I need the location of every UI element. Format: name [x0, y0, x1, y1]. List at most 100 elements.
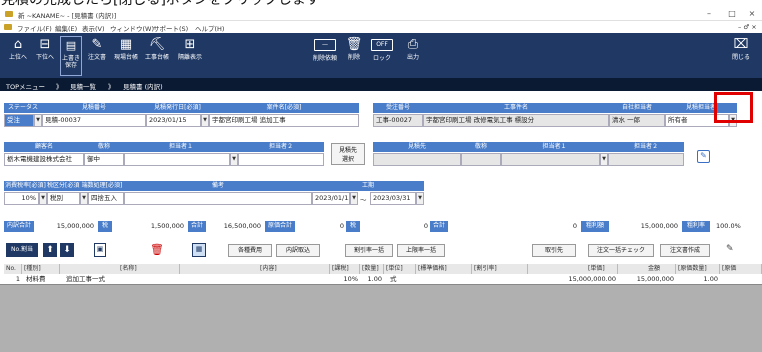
issue-date-field[interactable]: 2023/01/15	[146, 114, 201, 127]
expenses-button[interactable]: 各種費用	[228, 244, 272, 257]
inner-capture-button[interactable]: 内訳取込	[276, 244, 320, 257]
header-client: 顧客名	[4, 142, 84, 152]
dest-honorific-field	[461, 153, 501, 166]
breadcrumb-list[interactable]: 見積一覧	[70, 81, 96, 91]
grid-divider	[0, 284, 762, 285]
person1-field[interactable]	[124, 153, 230, 166]
header-staff: 自社担当者	[609, 103, 665, 113]
chevron-down-icon[interactable]: ▼	[600, 153, 608, 166]
period-to-field[interactable]: 2023/03/31	[370, 192, 416, 205]
edit-dest-icon[interactable]: ✎	[697, 150, 710, 163]
order-check-all-button[interactable]: 注文一括チェック	[588, 244, 654, 257]
tax-label: 税	[98, 221, 112, 232]
upper-limit-all-button[interactable]: 上限率一括	[397, 244, 445, 257]
cell-name: 追加工事一式	[66, 275, 105, 283]
breadcrumb-current: 見積書 (内訳)	[123, 83, 163, 91]
notes-field[interactable]	[124, 192, 312, 205]
tax-rate-field[interactable]: 10%	[4, 192, 39, 205]
work-ledger-button[interactable]: ⛏ 工事台帳	[143, 36, 171, 76]
discount-all-button[interactable]: 割引率一括	[345, 244, 393, 257]
chevron-down-icon[interactable]: ▼	[201, 114, 209, 127]
header-tax-division: 税区分[必須]	[47, 181, 80, 191]
renumber-button[interactable]: No.割当	[6, 243, 38, 257]
cell-amount: 15,000,000	[636, 275, 674, 283]
menu-help[interactable]: ヘルプ(H)	[195, 23, 224, 33]
chevron-down-icon[interactable]: ▼	[34, 114, 42, 127]
cell-taxable: 10%	[343, 275, 358, 283]
site-ledger-button[interactable]: ▦ 現場台帳	[112, 36, 140, 76]
move-down-icon[interactable]: ⬇	[60, 243, 74, 257]
menu-edit[interactable]: 編集(E)	[55, 23, 77, 33]
menu-window[interactable]: ウィンドウ(W)	[110, 23, 154, 33]
select-estimate-dest-button[interactable]: 見積先 選択	[331, 143, 365, 165]
breadcrumb-sep: 》	[56, 83, 63, 91]
move-up-icon[interactable]: ⬆	[43, 243, 57, 257]
chevron-down-icon[interactable]: ▼	[350, 192, 358, 205]
pencil-icon[interactable]: ✎	[726, 244, 734, 254]
close-window-button[interactable]: ×	[745, 9, 759, 18]
tree-icon: ⊞	[184, 37, 196, 52]
header-honorific: 敬称	[84, 142, 124, 152]
output-button[interactable]: ⎙ 出力	[402, 36, 424, 76]
header-notes: 備考	[124, 181, 312, 191]
honorific-field[interactable]: 御中	[84, 153, 124, 166]
lock-toggle[interactable]: OFF ロック	[368, 36, 396, 76]
supplier-button[interactable]: 取引先	[532, 244, 576, 257]
app-menu-icon	[4, 24, 12, 30]
delete-row-icon[interactable]: 🗑	[150, 243, 164, 257]
person2-field[interactable]	[238, 153, 324, 166]
maximize-button[interactable]: □	[725, 9, 739, 18]
hidden-view-button[interactable]: ⊞ 隔離表示	[174, 36, 206, 76]
down-level-icon: ⊟	[39, 37, 51, 52]
calculator-icon[interactable]: ▦	[192, 243, 206, 257]
chevron-down-icon[interactable]: ▼	[39, 192, 47, 205]
up-button[interactable]: ⌂ 上位へ	[6, 36, 30, 76]
chevron-down-icon[interactable]: ▼	[80, 192, 88, 205]
status-select[interactable]: 受注	[4, 114, 34, 127]
down-button[interactable]: ⊟ 下位へ	[33, 36, 57, 76]
grid-empty-area	[0, 285, 762, 352]
gross-profit-value: 15,000,000	[640, 222, 678, 230]
delete-request-icon: —	[314, 39, 336, 51]
dest-person1-field	[501, 153, 600, 166]
case-name-field[interactable]: 宇都宮印刷工場 追加工事	[209, 114, 359, 127]
estimate-no-field[interactable]: 見積-00037	[42, 114, 146, 127]
column-header: [数量]	[360, 264, 384, 274]
gross-profit-label: 粗利額	[581, 221, 609, 232]
order-button[interactable]: ✎ 注文書	[85, 36, 109, 76]
rounding-field[interactable]: 四捨五入	[88, 192, 124, 205]
minimize-button[interactable]: –	[702, 9, 716, 18]
header-rounding: 端数処理[必須]	[80, 181, 124, 191]
breadcrumb: TOPメニュー 》 見積一覧 》 見積書 (内訳)	[0, 78, 762, 91]
save-button[interactable]: ▤ 上書き 保存	[60, 36, 82, 76]
delete-request-button[interactable]: — 削除依頼	[310, 36, 340, 76]
close-door-icon: ⌧	[733, 37, 749, 52]
site-icon: ▦	[119, 37, 133, 52]
mdi-controls[interactable]: – ♂ ×	[738, 23, 757, 31]
menu-view[interactable]: 表示(V)	[82, 23, 105, 33]
profit-rate-label: 粗利率	[682, 221, 710, 232]
header-tax-rate: 消費税率[必須]	[4, 181, 47, 191]
create-order-button[interactable]: 注文書作成	[660, 244, 710, 257]
header-dest: 見積先	[373, 142, 461, 152]
chevron-down-icon[interactable]: ▼	[230, 153, 238, 166]
save-icon: ▤	[65, 39, 77, 52]
delete-button[interactable]: 🗑 削除	[343, 36, 365, 76]
menu-support[interactable]: サポート(S)	[153, 23, 188, 33]
cost-total-value: 0	[339, 222, 344, 230]
column-header: [原価数量]	[676, 264, 720, 274]
total-label: 合計	[188, 221, 206, 232]
copy-row-icon[interactable]: ▣	[94, 243, 106, 257]
tax2-label: 税	[346, 221, 360, 232]
chevron-down-icon[interactable]: ▼	[416, 192, 424, 205]
cell-cost-quantity: 1.00	[703, 275, 718, 283]
close-button[interactable]: ⌧ 閉じる	[728, 36, 754, 76]
instruction-caption: 見積の完成したら[閉じる]ボタンをクリックします	[0, 0, 762, 8]
period-from-field[interactable]: 2023/01/15	[312, 192, 350, 205]
menu-file[interactable]: ファイル(F)	[17, 23, 52, 33]
column-header: [単価]	[528, 264, 618, 274]
breadcrumb-top[interactable]: TOPメニュー	[6, 81, 45, 91]
client-field[interactable]: 栃木電機建設株式会社	[4, 153, 84, 166]
trash-icon: 🗑	[345, 37, 363, 52]
tax-division-field[interactable]: 税別	[47, 192, 80, 205]
